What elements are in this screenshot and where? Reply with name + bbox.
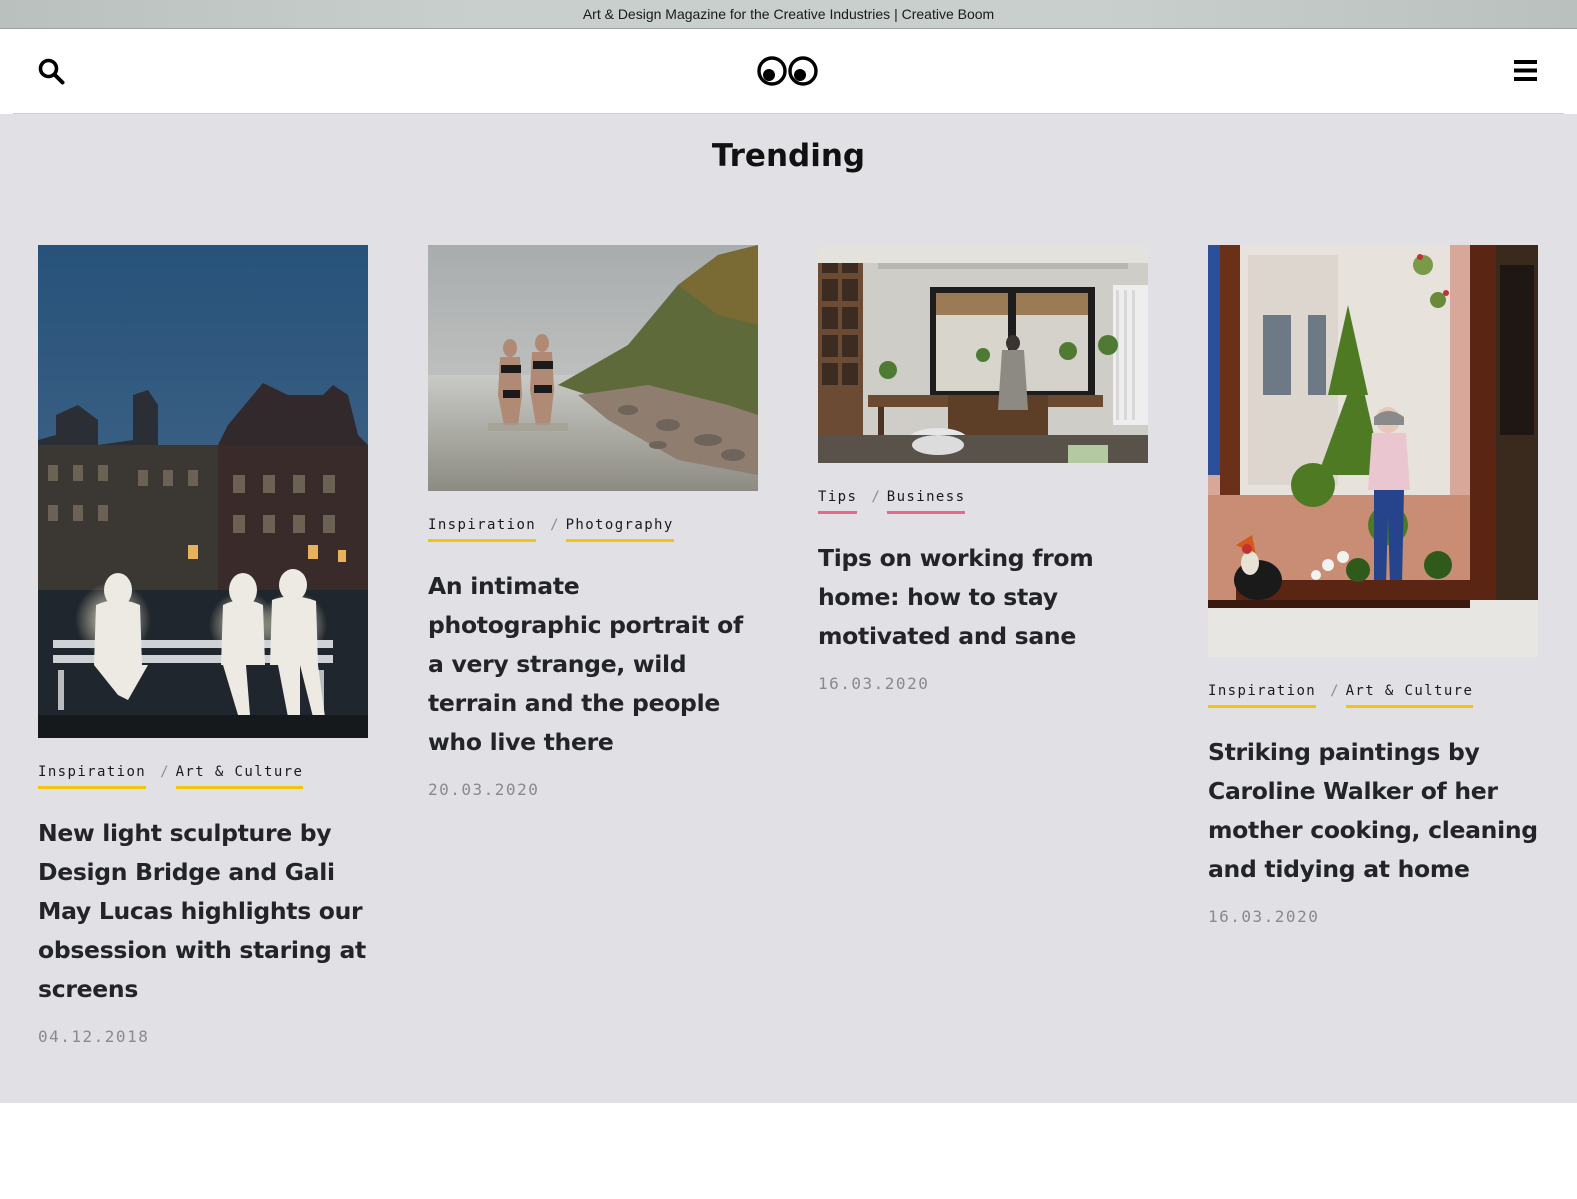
tag-link[interactable]: Inspiration	[38, 764, 147, 789]
site-header	[13, 30, 1564, 114]
article-date: 04.12.2018	[38, 1027, 150, 1046]
tag-link[interactable]: Tips	[818, 489, 858, 514]
article-headline[interactable]: Striking paintings by Caroline Walker of…	[1208, 733, 1540, 889]
eyes-logo-icon	[757, 56, 818, 86]
search-icon	[38, 58, 65, 85]
tag-separator: /	[160, 764, 169, 780]
trending-section: Trending Inspiration / Art & Culture New…	[0, 114, 1577, 1103]
article-headline[interactable]: Tips on working from home: how to stay m…	[818, 539, 1150, 656]
hamburger-menu-icon	[1514, 60, 1537, 81]
tag-separator: /	[550, 517, 559, 533]
article-thumbnail[interactable]	[1208, 245, 1540, 657]
tag-link[interactable]: Inspiration	[428, 517, 537, 542]
article-tags: Inspiration / Art & Culture	[1208, 683, 1540, 711]
article-card: Inspiration / Art & Culture New light sc…	[38, 245, 370, 1046]
article-card: Inspiration / Photography An intimate ph…	[428, 245, 760, 799]
article-thumbnail[interactable]	[818, 245, 1150, 463]
tag-link[interactable]: Photography	[565, 517, 674, 542]
menu-button[interactable]	[1513, 58, 1539, 84]
article-headline[interactable]: New light sculpture by Design Bridge and…	[38, 814, 370, 1009]
tag-link[interactable]: Business	[886, 489, 966, 514]
article-tags: Inspiration / Art & Culture	[38, 764, 370, 792]
tag-link[interactable]: Art & Culture	[175, 764, 304, 789]
tag-separator: /	[1330, 683, 1339, 699]
article-date: 16.03.2020	[1208, 907, 1320, 926]
article-date: 16.03.2020	[818, 674, 930, 693]
window-titlebar: Art & Design Magazine for the Creative I…	[0, 0, 1577, 29]
article-date: 20.03.2020	[428, 780, 540, 799]
tag-link[interactable]: Inspiration	[1208, 683, 1317, 708]
section-title: Trending	[711, 138, 866, 174]
article-headline[interactable]: An intimate photographic portrait of a v…	[428, 567, 760, 762]
article-tags: Inspiration / Photography	[428, 517, 760, 545]
article-card: Tips / Business Tips on working from hom…	[818, 245, 1150, 693]
search-button[interactable]	[37, 57, 67, 87]
article-thumbnail[interactable]	[428, 245, 760, 491]
site-logo[interactable]	[756, 54, 820, 88]
article-thumbnail[interactable]	[38, 245, 370, 738]
tag-separator: /	[871, 489, 880, 505]
window-title: Art & Design Magazine for the Creative I…	[582, 6, 995, 22]
article-tags: Tips / Business	[818, 489, 1150, 517]
article-card: Inspiration / Art & Culture Striking pai…	[1208, 245, 1540, 926]
tag-link[interactable]: Art & Culture	[1345, 683, 1474, 708]
